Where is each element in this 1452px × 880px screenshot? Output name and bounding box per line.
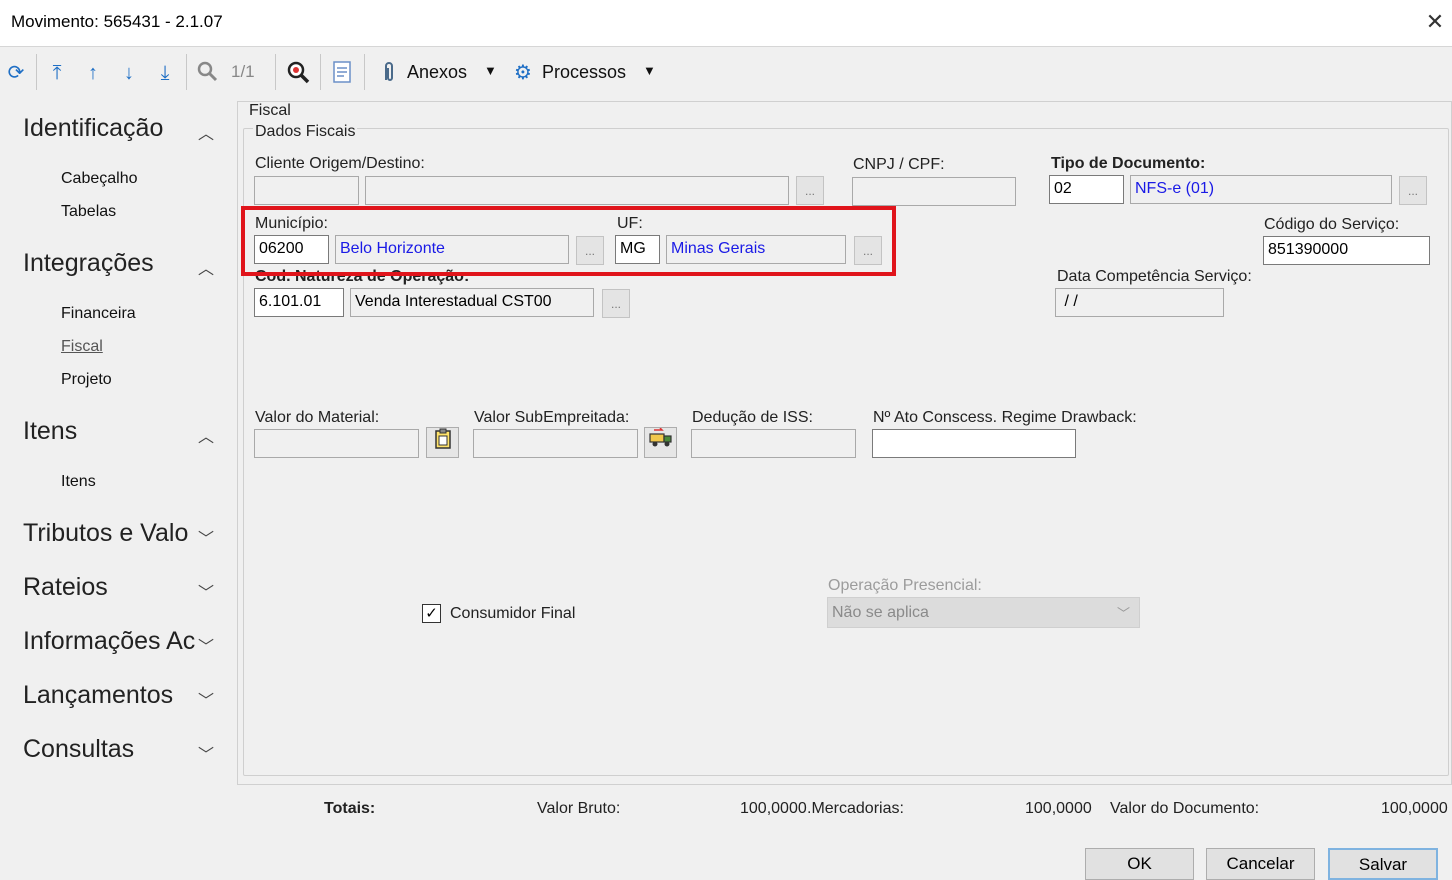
mercadorias-value: 100,0000	[1025, 800, 1092, 817]
chevron-down-icon[interactable]: ﹀	[196, 687, 216, 711]
previous-record-icon[interactable]: ↑	[80, 60, 106, 86]
clipboard-calc-icon[interactable]	[426, 427, 459, 458]
cnpj-field[interactable]	[852, 177, 1016, 206]
sidebar-group-tributos[interactable]: Tributos e Valo	[23, 519, 188, 548]
natureza-lookup-button[interactable]: ...	[602, 289, 630, 318]
cnpj-label: CNPJ / CPF:	[853, 156, 945, 173]
window-title: Movimento: 565431 - 2.1.07	[11, 12, 223, 31]
chevron-down-icon[interactable]: ﹀	[196, 525, 216, 549]
title-bar: Movimento: 565431 - 2.1.07 ✕	[0, 0, 1452, 47]
panel-title: Fiscal	[249, 102, 291, 119]
valor-documento-label: Valor do Documento:	[1110, 800, 1260, 817]
valor-material-field[interactable]	[254, 429, 419, 458]
toolbar-separator	[186, 54, 187, 90]
sidebar-group-identificacao[interactable]: Identificação	[23, 114, 163, 143]
chevron-up-icon[interactable]: ︿	[196, 255, 216, 279]
truck-icon[interactable]	[644, 427, 677, 458]
chevron-up-icon[interactable]: ︿	[196, 120, 216, 144]
ok-button[interactable]: OK	[1085, 848, 1194, 880]
sidebar-group-consultas[interactable]: Consultas	[23, 735, 134, 764]
deducao-iss-label: Dedução de ISS:	[692, 409, 813, 426]
toolbar-separator	[364, 54, 365, 90]
zoom-search-icon[interactable]	[285, 60, 311, 86]
consumidor-final-label[interactable]: Consumidor Final	[450, 605, 575, 623]
sidebar-item-fiscal[interactable]: Fiscal	[61, 338, 103, 356]
cliente-name-field[interactable]	[365, 176, 789, 205]
search-icon[interactable]	[194, 60, 220, 86]
valor-subempreitada-field[interactable]	[473, 429, 638, 458]
tipo-documento-lookup-button[interactable]: ...	[1399, 176, 1427, 205]
valor-subempreitada-label: Valor SubEmpreitada:	[474, 409, 630, 426]
natureza-code-field[interactable]: 6.101.01	[254, 288, 344, 317]
cancel-button[interactable]: Cancelar	[1206, 848, 1315, 880]
valor-documento-value: 100,0000	[1381, 800, 1448, 817]
processos-menu[interactable]: Processos	[542, 62, 626, 83]
sidebar: Identificação ︿ Cabeçalho Tabelas Integr…	[0, 100, 232, 780]
data-competencia-label: Data Competência Serviço:	[1057, 268, 1252, 285]
sidebar-group-informacoes[interactable]: Informações Ac	[23, 627, 195, 656]
ato-concessorio-label: Nº Ato Conscess. Regime Drawback:	[873, 409, 1137, 426]
consumidor-final-checkbox[interactable]: ✓	[422, 604, 441, 623]
sidebar-item-tabelas[interactable]: Tabelas	[61, 203, 116, 221]
valor-bruto-label: Valor Bruto:	[537, 800, 621, 817]
next-record-icon[interactable]: ↓	[116, 60, 142, 86]
operacao-presencial-select[interactable]: Não se aplica	[827, 597, 1140, 628]
close-button[interactable]: ✕	[1420, 6, 1450, 40]
chevron-down-icon[interactable]: ▼	[643, 63, 656, 78]
pager-label: 1/1	[231, 62, 255, 81]
sidebar-item-itens[interactable]: Itens	[61, 473, 96, 491]
first-record-icon[interactable]: ⤒	[44, 60, 70, 86]
operacao-presencial-label: Operação Presencial:	[828, 577, 982, 594]
save-button[interactable]: Salvar	[1328, 848, 1438, 880]
sidebar-group-rateios[interactable]: Rateios	[23, 573, 108, 602]
anexos-menu[interactable]: Anexos	[407, 62, 467, 83]
toolbar-separator	[36, 54, 37, 90]
sidebar-group-integracoes[interactable]: Integrações	[23, 249, 154, 278]
tipo-documento-name-field[interactable]: NFS-e (01)	[1130, 175, 1392, 204]
highlight-box	[241, 206, 896, 276]
deducao-iss-field[interactable]	[691, 429, 856, 458]
codigo-servico-label: Código do Serviço:	[1264, 216, 1400, 233]
tipo-documento-label: Tipo de Documento:	[1051, 155, 1206, 172]
chevron-up-icon[interactable]: ︿	[196, 423, 216, 447]
sidebar-group-itens[interactable]: Itens	[23, 417, 77, 446]
refresh-icon[interactable]: ⟳	[3, 60, 29, 86]
valor-material-label: Valor do Material:	[255, 409, 380, 426]
section-title: Dados Fiscais	[253, 123, 358, 141]
data-competencia-field[interactable]: / /	[1055, 288, 1224, 317]
sidebar-item-cabecalho[interactable]: Cabeçalho	[61, 170, 138, 188]
paperclip-icon[interactable]	[376, 60, 402, 86]
ato-concessorio-field[interactable]	[872, 429, 1076, 458]
totals-label: Totais:	[324, 800, 376, 817]
cliente-code-field[interactable]	[254, 176, 359, 205]
sidebar-group-lancamentos[interactable]: Lançamentos	[23, 681, 173, 710]
sidebar-item-financeira[interactable]: Financeira	[61, 305, 136, 323]
chevron-down-icon[interactable]: ﹀	[196, 579, 216, 603]
chevron-down-icon[interactable]: ﹀	[196, 741, 216, 765]
sidebar-item-projeto[interactable]: Projeto	[61, 371, 112, 389]
chevron-down-icon[interactable]: ﹀	[196, 633, 216, 657]
codigo-servico-field[interactable]: 851390000	[1263, 236, 1430, 265]
cliente-lookup-button[interactable]: ...	[796, 176, 824, 205]
tipo-documento-code-field[interactable]: 02	[1049, 175, 1124, 204]
toolbar: ⟳ ⤒ ↑ ↓ ⤓ 1/1 Anexos ▼ ⚙ Processos ▼	[0, 48, 1452, 98]
valor-bruto-value: 100,0000	[740, 800, 807, 817]
report-icon[interactable]	[329, 60, 355, 86]
natureza-name-field[interactable]: Venda Interestadual CST00	[350, 288, 594, 317]
chevron-down-icon[interactable]: ▼	[484, 63, 497, 78]
mercadorias-label: .Mercadorias:	[807, 800, 904, 817]
toolbar-separator	[275, 54, 276, 90]
chevron-down-icon: ﹀	[1117, 606, 1131, 621]
last-record-icon[interactable]: ⤓	[152, 60, 178, 86]
toolbar-separator	[320, 54, 321, 90]
gear-icon[interactable]: ⚙	[510, 60, 536, 86]
cliente-label: Cliente Origem/Destino:	[255, 155, 425, 172]
